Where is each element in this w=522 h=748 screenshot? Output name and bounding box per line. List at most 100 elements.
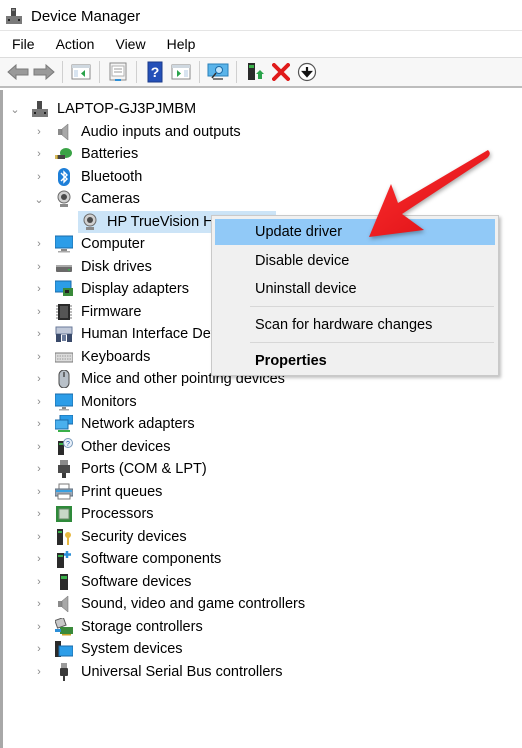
- software-device-icon: [55, 573, 73, 591]
- disable-device-button[interactable]: [295, 60, 319, 84]
- chevron-right-icon[interactable]: ›: [33, 486, 45, 498]
- tree-category[interactable]: › Universal Serial Bus controllers: [33, 661, 282, 683]
- chevron-right-icon[interactable]: ›: [33, 283, 45, 295]
- update-driver-button[interactable]: [243, 60, 267, 84]
- chevron-right-icon[interactable]: ›: [33, 396, 45, 408]
- tree-root-label: LAPTOP-GJ3PJMBM: [57, 101, 197, 117]
- tree-category[interactable]: › Software devices: [33, 571, 191, 593]
- menu-view[interactable]: View: [115, 36, 145, 52]
- tree-category[interactable]: › Computer: [33, 233, 145, 255]
- chevron-right-icon[interactable]: ›: [33, 261, 45, 273]
- computer-root-icon: [31, 100, 49, 118]
- tree-category[interactable]: › Audio inputs and outputs: [33, 121, 241, 143]
- chevron-right-icon[interactable]: ›: [33, 441, 45, 453]
- menu-help[interactable]: Help: [167, 36, 196, 52]
- chevron-down-icon[interactable]: ⌄: [33, 193, 45, 206]
- context-menu-properties[interactable]: Properties: [215, 348, 495, 374]
- tree-category-label: System devices: [81, 641, 183, 657]
- chevron-right-icon[interactable]: ›: [33, 643, 45, 655]
- menu-action[interactable]: Action: [56, 36, 95, 52]
- tree-category[interactable]: › Network adapters: [33, 413, 195, 435]
- chevron-right-icon[interactable]: ›: [33, 418, 45, 430]
- action-pane-icon: [171, 64, 191, 80]
- context-menu-scan-hardware[interactable]: Scan for hardware changes: [215, 312, 495, 338]
- tree-category[interactable]: › Keyboards: [33, 346, 150, 368]
- properties-button[interactable]: [106, 60, 130, 84]
- tree-category-label: Cameras: [81, 191, 140, 207]
- chevron-right-icon[interactable]: ›: [33, 508, 45, 520]
- webcam-icon: [81, 213, 99, 231]
- tree-category[interactable]: › Monitors: [33, 391, 137, 413]
- console-tree-icon: [71, 64, 91, 80]
- chevron-right-icon[interactable]: ›: [33, 373, 45, 385]
- tree-category[interactable]: › Display adapters: [33, 278, 189, 300]
- back-button[interactable]: [6, 60, 30, 84]
- chevron-right-icon[interactable]: ›: [33, 531, 45, 543]
- arrow-left-icon: [7, 64, 29, 80]
- software-component-icon: [55, 550, 73, 568]
- chevron-right-icon[interactable]: ›: [33, 553, 45, 565]
- tree-root[interactable]: ⌄ LAPTOP-GJ3PJMBM: [9, 98, 196, 120]
- show-action-pane-button[interactable]: [169, 60, 193, 84]
- speaker-icon: [55, 595, 73, 613]
- help-icon: ?: [147, 61, 163, 83]
- chevron-right-icon[interactable]: ›: [33, 126, 45, 138]
- tree-category[interactable]: › System devices: [33, 638, 183, 660]
- storage-controller-icon: [54, 616, 73, 636]
- tree-category[interactable]: ⌄ Cameras: [33, 188, 140, 210]
- tree-category-label: Disk drives: [81, 258, 152, 275]
- chevron-down-icon[interactable]: ⌄: [9, 103, 21, 116]
- hid-icon: [55, 325, 73, 343]
- chevron-right-icon[interactable]: ›: [33, 463, 45, 475]
- tree-category-label: Keyboards: [81, 348, 151, 365]
- chevron-right-icon[interactable]: ›: [33, 238, 45, 250]
- forward-button[interactable]: [32, 60, 56, 84]
- chevron-right-icon[interactable]: ›: [33, 306, 45, 318]
- show-hide-console-tree-button[interactable]: [69, 60, 93, 84]
- tree-category[interactable]: › Bluetooth: [33, 166, 142, 188]
- properties-icon: [109, 62, 127, 81]
- keyboard-icon: [54, 348, 74, 366]
- context-menu-uninstall-device[interactable]: Uninstall device: [215, 276, 495, 302]
- tree-category[interactable]: › Security devices: [33, 526, 187, 548]
- chevron-right-icon[interactable]: ›: [33, 328, 45, 340]
- tree-category-label: Software components: [81, 551, 222, 567]
- tree-category[interactable]: › Print queues: [33, 481, 162, 503]
- printer-icon: [54, 483, 74, 501]
- context-menu-disable-device[interactable]: Disable device: [215, 248, 495, 274]
- tree-category-label: Processors: [81, 506, 154, 522]
- tree-category[interactable]: › Software components: [33, 548, 221, 570]
- context-menu-update-driver[interactable]: Update driver: [215, 219, 495, 245]
- monitor-icon: [54, 393, 74, 411]
- tree-category-label: Batteries: [81, 146, 139, 162]
- tree-category[interactable]: › Sound, video and game controllers: [33, 593, 305, 615]
- chevron-right-icon[interactable]: ›: [33, 621, 45, 633]
- chevron-right-icon[interactable]: ›: [33, 171, 45, 183]
- menu-file[interactable]: File: [12, 36, 35, 52]
- tree-category[interactable]: ›? Other devices: [33, 436, 170, 458]
- tree-category-label: Software devices: [81, 573, 192, 590]
- tree-category[interactable]: › Batteries: [33, 143, 138, 165]
- tree-category-label: Audio inputs and outputs: [81, 123, 241, 140]
- chevron-right-icon[interactable]: ›: [33, 598, 45, 610]
- window-title: Device Manager: [31, 7, 141, 25]
- tree-category[interactable]: › Disk drives: [33, 256, 152, 278]
- menu-bar: File Action View Help: [0, 30, 522, 58]
- chevron-right-icon[interactable]: ›: [33, 666, 45, 678]
- disk-drive-icon: [55, 258, 73, 276]
- unknown-device-icon: ?: [55, 437, 73, 456]
- port-icon: [55, 460, 73, 478]
- context-menu: Update driver Disable device Uninstall d…: [211, 215, 499, 376]
- monitor-scan-icon: [207, 63, 229, 80]
- chevron-right-icon[interactable]: ›: [33, 351, 45, 363]
- tree-category[interactable]: › Ports (COM & LPT): [33, 458, 207, 480]
- uninstall-device-button[interactable]: [269, 60, 293, 84]
- scan-hardware-button[interactable]: [206, 60, 230, 84]
- tree-category[interactable]: › Storage controllers: [33, 616, 203, 638]
- help-button[interactable]: ?: [143, 60, 167, 84]
- chevron-right-icon[interactable]: ›: [33, 576, 45, 588]
- tree-category[interactable]: › Processors: [33, 503, 154, 525]
- tree-category[interactable]: › Firmware: [33, 301, 141, 323]
- chevron-right-icon[interactable]: ›: [33, 148, 45, 160]
- tree-category-label: Ports (COM & LPT): [81, 461, 207, 477]
